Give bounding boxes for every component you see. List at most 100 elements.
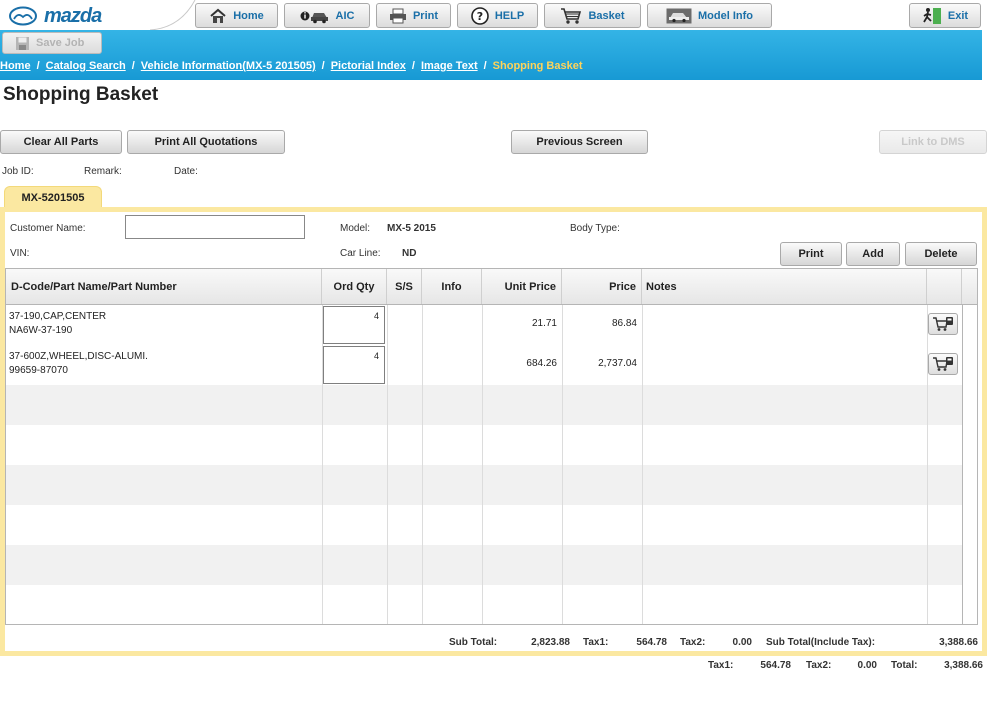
exit-label: Exit: [947, 9, 969, 22]
date-label: Date:: [174, 166, 198, 177]
column-divider: [387, 305, 388, 624]
clear-all-parts-button[interactable]: Clear All Parts: [0, 130, 122, 154]
table-row-empty: [6, 425, 962, 465]
help-label: HELP: [494, 9, 525, 22]
exit-button[interactable]: Exit: [909, 3, 981, 28]
column-header-price[interactable]: Price: [562, 269, 642, 304]
column-divider: [562, 305, 563, 624]
mazda-emblem-icon: [9, 6, 37, 26]
save-job-button[interactable]: Save Job: [2, 32, 102, 54]
breadcrumb-vehicle-information[interactable]: Vehicle Information(MX-5 201505): [141, 60, 316, 72]
exit-icon: [923, 7, 941, 24]
home-icon: [210, 8, 226, 23]
model-info-button[interactable]: Model Info: [647, 3, 772, 28]
cart-print-icon: [933, 317, 953, 331]
job-id-label: Job ID:: [2, 166, 34, 177]
breadcrumb-separator: /: [131, 60, 135, 72]
print-all-quotations-button[interactable]: Print All Quotations: [127, 130, 285, 154]
top-navigation: mazda Home AIC Print ? HELP Basket Model…: [0, 0, 1005, 30]
breadcrumb-separator: /: [36, 60, 40, 72]
model-label: Model:: [340, 223, 371, 234]
delete-button[interactable]: Delete: [905, 242, 977, 266]
column-header-action: [927, 269, 962, 304]
shopping-cart-icon: [561, 7, 582, 24]
grand-tax1-value: 564.78: [760, 660, 791, 671]
breadcrumb-separator: /: [411, 60, 415, 72]
table-row-empty: [6, 465, 962, 505]
breadcrumb-pictorial-index[interactable]: Pictorial Index: [331, 60, 406, 72]
order-qty-input[interactable]: 4: [323, 346, 385, 384]
remark-label: Remark:: [84, 166, 122, 177]
breadcrumb-separator: /: [483, 60, 487, 72]
column-divider: [642, 305, 643, 624]
table-row-empty: [6, 545, 962, 585]
mazda-logo[interactable]: mazda: [8, 5, 102, 27]
tax2-label: Tax2:: [680, 637, 706, 648]
info-car-icon: [300, 11, 328, 23]
table-row-empty: [6, 585, 962, 624]
help-button[interactable]: ? HELP: [457, 3, 538, 28]
basket-label: Basket: [588, 9, 625, 22]
column-header-ss[interactable]: S/S: [387, 269, 422, 304]
breadcrumb-home[interactable]: Home: [0, 60, 31, 72]
basket-panel: Customer Name: Model: MX-5 2015 Body Typ…: [0, 207, 987, 656]
column-header-unit-price[interactable]: Unit Price: [482, 269, 562, 304]
tax1-label: Tax1:: [583, 637, 609, 648]
table-row-empty: [6, 385, 962, 425]
basket-button[interactable]: Basket: [544, 3, 641, 28]
unit-price: 684.26: [526, 358, 557, 369]
vertical-scrollbar[interactable]: [962, 305, 977, 624]
column-header-ord-qty[interactable]: Ord Qty: [322, 269, 387, 304]
grand-tax1-label: Tax1:: [708, 660, 734, 671]
print-button[interactable]: Print: [780, 242, 842, 266]
printer-icon: [389, 8, 406, 23]
add-button[interactable]: Add: [846, 242, 900, 266]
column-header-notes[interactable]: Notes: [642, 269, 927, 304]
column-header-part[interactable]: D-Code/Part Name/Part Number: [6, 269, 322, 304]
breadcrumb-image-text[interactable]: Image Text: [421, 60, 478, 72]
subtotal-include-tax-value: 3,388.66: [939, 637, 978, 648]
cart-button[interactable]: [928, 313, 958, 335]
price: 2,737.04: [598, 358, 637, 369]
home-label: Home: [233, 9, 264, 22]
grand-tax2-label: Tax2:: [806, 660, 832, 671]
home-button[interactable]: Home: [195, 3, 278, 28]
cart-print-icon: [933, 357, 953, 371]
model-value: MX-5 2015: [387, 223, 436, 234]
unit-price: 21.71: [531, 318, 557, 329]
part-number: NA6W-37-190: [9, 325, 73, 336]
part-name: 37-600Z,WHEEL,DISC-ALUMI.: [9, 351, 148, 362]
car-line-label: Car Line:: [340, 248, 381, 259]
cart-button[interactable]: [928, 353, 958, 375]
print-nav-button[interactable]: Print: [376, 3, 451, 28]
column-header-info[interactable]: Info: [422, 269, 482, 304]
link-to-dms-button[interactable]: Link to DMS: [879, 130, 987, 154]
save-disk-icon: [16, 36, 29, 50]
parts-table: D-Code/Part Name/Part Number Ord Qty S/S…: [5, 268, 978, 625]
order-qty-input[interactable]: 4: [323, 306, 385, 344]
grand-total-value: 3,388.66: [944, 660, 983, 671]
previous-screen-button[interactable]: Previous Screen: [511, 130, 648, 154]
customer-name-label: Customer Name:: [10, 223, 86, 234]
breadcrumb-catalog-search[interactable]: Catalog Search: [46, 60, 126, 72]
customer-name-input[interactable]: [125, 215, 305, 239]
toolbar-band: Save Job Home / Catalog Search / Vehicle…: [0, 30, 982, 80]
price: 86.84: [611, 318, 637, 329]
grand-total-label: Total:: [891, 660, 918, 671]
table-header: D-Code/Part Name/Part Number Ord Qty S/S…: [6, 269, 977, 305]
subtotal-label: Sub Total:: [449, 637, 498, 648]
brand-name: mazda: [44, 5, 102, 27]
breadcrumb-current: Shopping Basket: [492, 60, 583, 72]
tab-mx5201505[interactable]: MX-5201505: [4, 186, 102, 208]
breadcrumb-separator: /: [321, 60, 325, 72]
tax2-value: 0.00: [732, 637, 752, 648]
car-line-value: ND: [402, 248, 417, 259]
svg-text:?: ?: [477, 10, 483, 23]
body-type-label: Body Type:: [570, 223, 620, 234]
tax1-value: 564.78: [636, 637, 667, 648]
aic-button[interactable]: AIC: [284, 3, 370, 28]
model-info-label: Model Info: [698, 9, 753, 22]
print-label: Print: [412, 9, 439, 22]
help-icon: ?: [471, 6, 489, 25]
column-divider: [422, 305, 423, 624]
